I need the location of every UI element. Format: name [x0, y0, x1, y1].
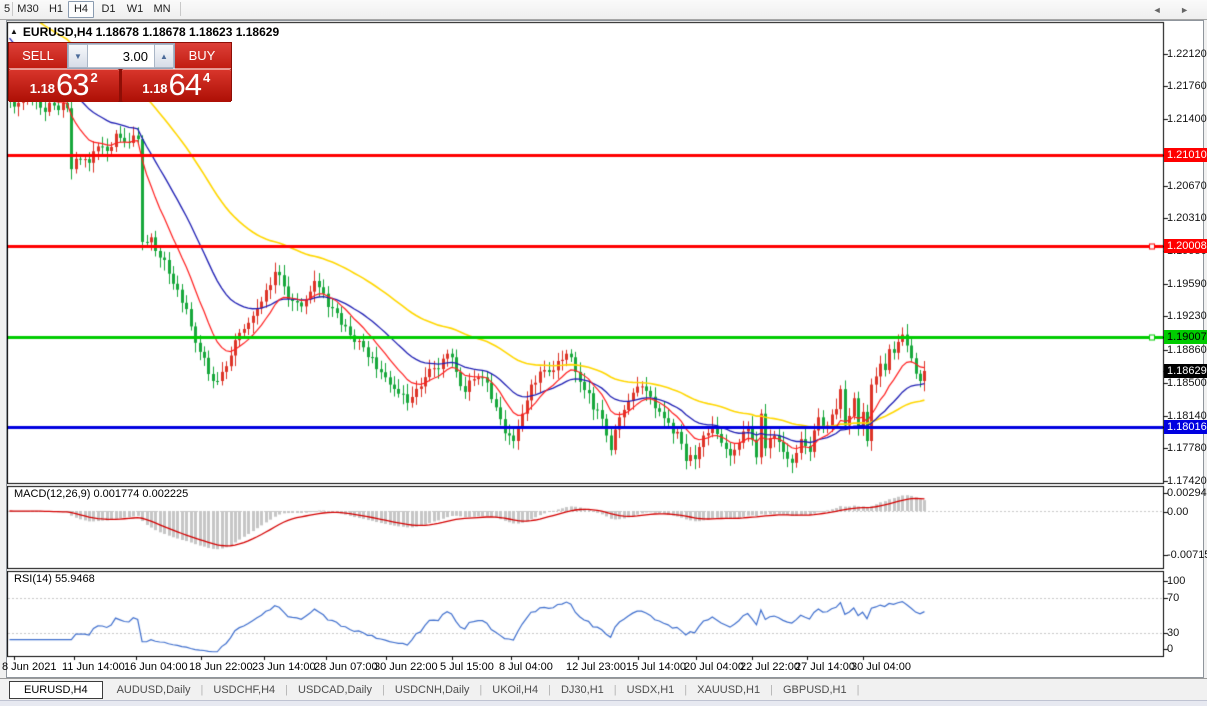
chart-tab-USDCNH-Daily[interactable]: USDCNH,Daily: [385, 682, 480, 698]
bottom-strip: [0, 700, 1207, 706]
buy-price-display[interactable]: 1.18 64 4: [122, 69, 232, 102]
buy-price-prefix: 1.18: [142, 81, 167, 96]
sell-price-display[interactable]: 1.18 63 2: [9, 69, 119, 102]
chart-tab-USDX-H1[interactable]: USDX,H1: [617, 682, 685, 698]
time-tick-30-Jun-22-00: 30 Jun 22:00: [374, 661, 438, 673]
one-click-trading-panel: SELL ▼ 3.00 ▲ BUY 1.18 63 2 1.18 64 4: [8, 42, 232, 101]
price-label-1.21010: 1.21010: [1164, 148, 1207, 162]
price-tick-1.19230: 1.19230: [1167, 310, 1207, 322]
volume-spinner: ▼ 3.00 ▲: [67, 43, 175, 69]
chart-tab-USDCAD-Daily[interactable]: USDCAD,Daily: [288, 682, 382, 698]
collapse-triangle-icon[interactable]: ▲: [10, 28, 18, 36]
timeframe-button-D1[interactable]: D1: [99, 0, 118, 18]
tab-separator: |: [857, 684, 860, 696]
chart-tab-EURUSD-H4[interactable]: EURUSD,H4: [9, 681, 103, 699]
time-tick-20-Jul-04-00: 20 Jul 04:00: [684, 661, 744, 673]
price-tick-1.17420: 1.17420: [1167, 475, 1207, 487]
chart-tab-AUDUSD-Daily[interactable]: AUDUSD,Daily: [107, 682, 201, 698]
price-tick-1.20310: 1.20310: [1167, 212, 1207, 224]
timeframe-button-M30[interactable]: M30: [15, 0, 41, 18]
price-tick-1.18500: 1.18500: [1167, 377, 1207, 389]
sell-price-prefix: 1.18: [30, 81, 55, 96]
macd-axis-tick-0.002947: 0.002947: [1167, 487, 1207, 499]
time-tick-28-Jun-07-00: 28 Jun 07:00: [314, 661, 378, 673]
price-label-1.20008: 1.20008: [1164, 239, 1207, 253]
volume-decrease-button[interactable]: ▼: [68, 44, 88, 68]
trade-panel-top-row: SELL ▼ 3.00 ▲ BUY: [9, 43, 231, 69]
time-tick-8-Jul-04-00: 8 Jul 04:00: [499, 661, 553, 673]
time-tick-8-Jun-2021: 8 Jun 2021: [2, 661, 56, 673]
time-tick-5-Jul-15-00: 5 Jul 15:00: [440, 661, 494, 673]
price-tick-1.17780: 1.17780: [1167, 442, 1207, 454]
price-label-1.18016: 1.18016: [1164, 420, 1207, 434]
sell-button[interactable]: SELL: [9, 43, 67, 69]
macd-axis-tick-0.00: 0.00: [1167, 506, 1207, 518]
macd-axis-tick--0.00715: -0.00715: [1167, 549, 1207, 561]
price-tick-1.18860: 1.18860: [1167, 344, 1207, 356]
tab-scroll-arrows[interactable]: ◄ ►: [1153, 5, 1197, 15]
price-chart-canvas[interactable]: [7, 21, 1170, 661]
price-tick-1.21400: 1.21400: [1167, 113, 1207, 125]
time-tick-15-Jul-14-00: 15 Jul 14:00: [626, 661, 686, 673]
price-tick-1.21760: 1.21760: [1167, 80, 1207, 92]
timeframe-button-5[interactable]: 5: [2, 0, 12, 18]
trade-panel-price-row: 1.18 63 2 1.18 64 4: [9, 69, 231, 102]
time-tick-27-Jul-14-00: 27 Jul 14:00: [795, 661, 855, 673]
chart-tab-GBPUSD-H1[interactable]: GBPUSD,H1: [773, 682, 857, 698]
time-tick-23-Jun-14-00: 23 Jun 14:00: [252, 661, 316, 673]
timeframe-button-MN[interactable]: MN: [151, 0, 173, 18]
chart-tab-UKOil-H4[interactable]: UKOil,H4: [482, 682, 548, 698]
toolbar-separator: [12, 2, 13, 16]
chart-title: ▲ EURUSD,H4 1.18678 1.18678 1.18623 1.18…: [10, 25, 279, 39]
time-tick-30-Jul-04-00: 30 Jul 04:00: [851, 661, 911, 673]
chart-tab-USDCHF-H4[interactable]: USDCHF,H4: [203, 682, 285, 698]
buy-price-pip: 4: [203, 70, 210, 85]
price-tick-1.22120: 1.22120: [1167, 48, 1207, 60]
time-tick-16-Jun-04-00: 16 Jun 04:00: [124, 661, 188, 673]
rsi-indicator-label: RSI(14) 55.9468: [14, 573, 95, 585]
buy-button[interactable]: BUY: [173, 43, 231, 69]
time-tick-11-Jun-14-00: 11 Jun 14:00: [62, 661, 125, 673]
time-tick-22-Jul-22-00: 22 Jul 22:00: [740, 661, 800, 673]
rsi-axis-tick-100: 100: [1167, 575, 1207, 587]
toolbar-separator: [180, 2, 181, 16]
macd-indicator-label: MACD(12,26,9) 0.001774 0.002225: [14, 488, 188, 500]
price-tick-1.20670: 1.20670: [1167, 180, 1207, 192]
sell-price-big: 63: [56, 70, 88, 99]
chart-tab-XAUUSD-H1[interactable]: XAUUSD,H1: [687, 682, 770, 698]
price-label-1.19007: 1.19007: [1164, 330, 1207, 344]
time-tick-18-Jun-22-00: 18 Jun 22:00: [189, 661, 253, 673]
chart-title-text: EURUSD,H4 1.18678 1.18678 1.18623 1.1862…: [23, 25, 279, 39]
price-tick-1.19590: 1.19590: [1167, 278, 1207, 290]
volume-field[interactable]: 3.00: [88, 44, 154, 68]
volume-increase-button[interactable]: ▲: [154, 44, 174, 68]
timeframe-button-W1[interactable]: W1: [125, 0, 145, 18]
time-tick-12-Jul-23-00: 12 Jul 23:00: [566, 661, 626, 673]
rsi-axis-tick-0: 0: [1167, 643, 1207, 655]
timeframe-button-H4[interactable]: H4: [68, 1, 94, 18]
sell-price-pip: 2: [91, 70, 98, 85]
timeframe-toolbar: 5M30 H1H4 D1 W1 MN: [0, 0, 1207, 20]
chart-tab-bar: EURUSD,H4AUDUSD,Daily|USDCHF,H4|USDCAD,D…: [0, 678, 1207, 700]
timeframe-button-H1[interactable]: H1: [47, 0, 65, 18]
price-label-1.18629: 1.18629: [1164, 364, 1207, 378]
rsi-axis-tick-70: 70: [1167, 592, 1207, 604]
buy-price-big: 64: [169, 70, 201, 99]
rsi-axis-tick-30: 30: [1167, 627, 1207, 639]
chart-tab-DJ30-H1[interactable]: DJ30,H1: [551, 682, 614, 698]
